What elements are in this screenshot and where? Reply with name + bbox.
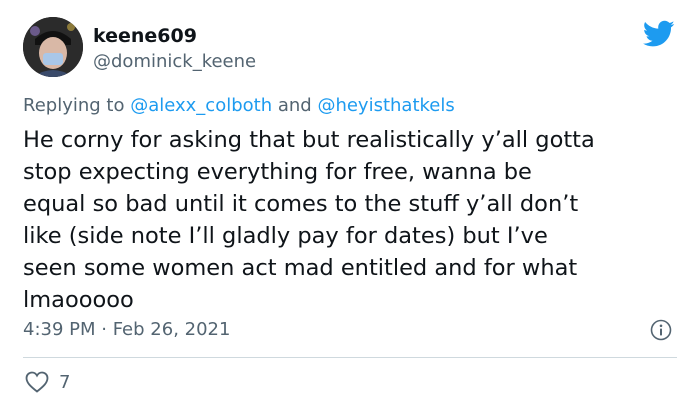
twitter-bird-icon[interactable]	[642, 20, 675, 48]
user-handle[interactable]: @dominick_keene	[93, 50, 256, 74]
divider	[23, 357, 677, 358]
mention-link-1[interactable]: @alexx_colboth	[130, 95, 272, 116]
reply-prefix: Replying to	[23, 95, 131, 116]
tweet-text: He corny for asking that but realistical…	[23, 127, 595, 313]
display-name[interactable]: keene609	[93, 24, 197, 48]
mention-link-2[interactable]: @heyisthatkels	[317, 95, 454, 116]
like-button[interactable]: 7	[25, 371, 70, 393]
like-count: 7	[59, 371, 71, 393]
reply-and: and	[272, 95, 318, 116]
info-icon[interactable]	[650, 319, 672, 341]
heart-icon	[25, 371, 49, 393]
avatar[interactable]	[23, 17, 83, 77]
tweet-timestamp[interactable]: 4:39 PM · Feb 26, 2021	[23, 318, 230, 342]
replying-to: Replying to @alexx_colboth and @heyistha…	[23, 94, 455, 118]
